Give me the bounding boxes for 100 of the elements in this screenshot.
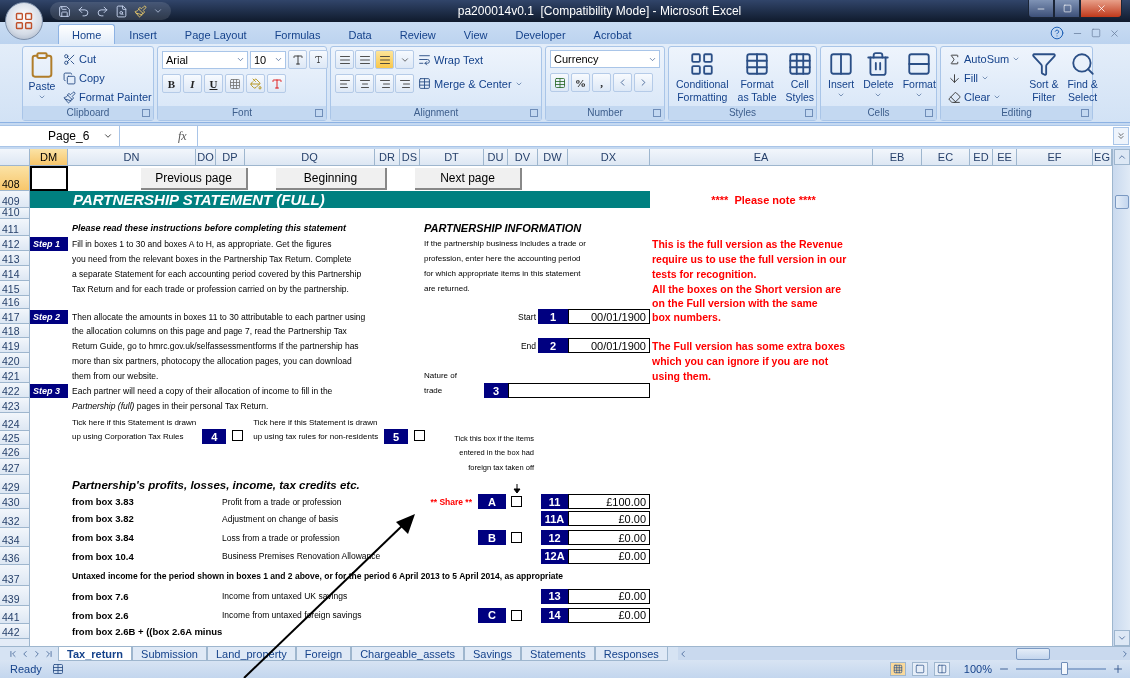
amount-field[interactable]: £100.00	[568, 494, 650, 509]
row-header[interactable]: 439	[0, 586, 30, 606]
scroll-thumb[interactable]	[1114, 195, 1129, 209]
row-header[interactable]: 426	[0, 445, 30, 459]
caret-icon[interactable]	[915, 91, 924, 99]
editing-action-button[interactable]: AutoSum	[945, 50, 1024, 68]
editing-button[interactable]: Sort & Filter	[1026, 50, 1062, 106]
column-header[interactable]: DW	[538, 149, 568, 166]
caret-icon[interactable]	[993, 93, 1002, 101]
column-header[interactable]: EB	[873, 149, 922, 166]
trade-field[interactable]	[508, 383, 650, 398]
sheet-icon[interactable]	[51, 663, 64, 675]
caret-icon[interactable]	[981, 74, 990, 82]
caret-icon[interactable]	[103, 131, 113, 141]
ribbon-tab[interactable]: View	[449, 24, 502, 44]
dialog-launcher-icon[interactable]	[805, 109, 813, 117]
column-header[interactable]: EC	[922, 149, 970, 166]
column-header[interactable]: DQ	[245, 149, 375, 166]
row-header[interactable]: 422	[0, 383, 30, 398]
row-header[interactable]: 434	[0, 528, 30, 547]
clipboard-action-button[interactable]: Cut	[60, 50, 155, 68]
cells-button[interactable]: Insert	[825, 50, 858, 106]
row-header[interactable]: 419	[0, 338, 30, 353]
caret-icon[interactable]	[837, 91, 846, 99]
amount-field[interactable]: £0.00	[568, 511, 650, 526]
name-box[interactable]: Page_6	[0, 126, 120, 146]
ribbon-tab[interactable]: Home	[58, 24, 116, 44]
ribbon-tab[interactable]: Data	[334, 24, 386, 44]
checkbox[interactable]	[232, 430, 244, 441]
caret-icon[interactable]	[1012, 55, 1021, 63]
caret-icon[interactable]	[38, 93, 46, 101]
column-header[interactable]: DO	[196, 149, 216, 166]
search-icon[interactable]	[1069, 51, 1096, 77]
zoom-in-icon[interactable]	[1112, 663, 1124, 675]
date-field[interactable]: 00/01/1900	[568, 309, 650, 324]
shrink-font-button[interactable]	[309, 50, 328, 69]
editing-action-button[interactable]: Clear	[945, 88, 1024, 106]
amount-field[interactable]: £0.00	[568, 530, 650, 545]
styles-button[interactable]: Conditional Formatting	[673, 50, 732, 106]
cells-button[interactable]: Format	[899, 50, 939, 106]
caret-icon[interactable]	[274, 55, 283, 64]
undo-icon[interactable]	[77, 4, 90, 18]
ribbon-tab[interactable]: Review	[385, 24, 450, 44]
editing-button[interactable]: Find & Select	[1064, 50, 1101, 106]
double-chevron-icon[interactable]	[1116, 131, 1126, 141]
row-header[interactable]: 421	[0, 368, 30, 383]
row-header[interactable]: 412	[0, 236, 30, 251]
dialog-launcher-icon[interactable]	[653, 109, 661, 117]
page-nav-button[interactable]: Beginning	[276, 167, 387, 190]
column-header[interactable]: ED	[970, 149, 993, 166]
column-header[interactable]: DU	[484, 149, 508, 166]
column-header[interactable]: DN	[68, 149, 196, 166]
row-header[interactable]: 442	[0, 624, 30, 639]
selected-cell[interactable]	[30, 166, 68, 191]
styles-button[interactable]: Cell Styles	[782, 50, 818, 106]
grid-icon[interactable]	[786, 51, 813, 77]
checkbox[interactable]	[511, 609, 522, 621]
column-header[interactable]: EE	[993, 149, 1017, 166]
table-icon[interactable]	[418, 77, 431, 90]
save-icon[interactable]	[58, 4, 71, 18]
column-header[interactable]: EG	[1093, 149, 1112, 166]
styles-button[interactable]: Format as Table	[734, 50, 780, 106]
column-header[interactable]: DM	[30, 149, 68, 166]
close-button[interactable]	[1080, 0, 1122, 18]
checkbox[interactable]	[511, 532, 522, 543]
expand-formula-button[interactable]	[1113, 127, 1129, 145]
row-header[interactable]: 429	[0, 475, 30, 494]
previous-sheet-icon[interactable]	[20, 648, 30, 659]
row-header[interactable]: 436	[0, 547, 30, 565]
column-header[interactable]: DP	[216, 149, 245, 166]
caret-icon[interactable]	[153, 6, 163, 16]
row-header[interactable]: 427	[0, 459, 30, 475]
editing-action-button[interactable]: Fill	[945, 69, 1024, 87]
next-sheet-icon[interactable]	[32, 648, 42, 659]
caret-icon[interactable]	[236, 55, 245, 64]
minimize-button[interactable]	[1028, 0, 1054, 18]
sheet-tab[interactable]: Submission	[132, 647, 207, 661]
date-field[interactable]: 00/01/1900	[568, 338, 650, 353]
amount-field[interactable]: £0.00	[568, 588, 650, 604]
paintbrush-icon[interactable]	[134, 4, 147, 18]
number-symbol-button[interactable]: %	[571, 73, 590, 92]
row-header[interactable]: 441	[0, 606, 30, 624]
sigma-icon[interactable]	[948, 52, 961, 66]
row-header[interactable]: 414	[0, 266, 30, 281]
function-label[interactable]: fx	[178, 128, 187, 144]
font-style-button[interactable]: U	[204, 74, 223, 93]
font-size-field[interactable]: 10	[250, 50, 286, 69]
amount-field[interactable]: £0.00	[568, 548, 650, 564]
ribbon-tab[interactable]: Developer	[501, 24, 580, 44]
number-symbol-button[interactable]: ,	[592, 73, 611, 92]
funnel-icon[interactable]	[1030, 51, 1057, 77]
column-header[interactable]: EA	[650, 149, 873, 166]
copy-icon[interactable]	[63, 71, 76, 85]
arrow-down-icon[interactable]	[948, 71, 961, 85]
sheet-tab[interactable]: Tax_return	[58, 647, 133, 661]
restore-button[interactable]	[1054, 0, 1080, 18]
dialog-launcher-icon[interactable]	[925, 109, 933, 117]
font-name-field[interactable]: Arial	[162, 50, 248, 69]
row-header[interactable]: 409	[0, 191, 30, 208]
row-header[interactable]: 418	[0, 324, 30, 338]
